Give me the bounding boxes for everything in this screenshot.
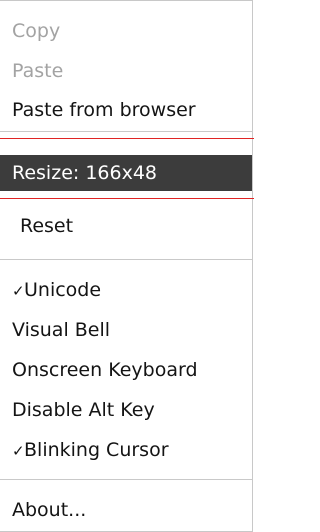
menu-item-label: Copy <box>12 20 61 42</box>
menu-item-copy[interactable]: Copy <box>0 13 252 49</box>
menu-item-label: Resize: 166x48 <box>12 162 158 184</box>
menu-item-resize[interactable]: Resize: 166x48 <box>0 155 252 191</box>
context-menu: Copy Paste Paste from browser Resize: 16… <box>0 0 253 532</box>
annotation-line-bottom <box>0 198 254 199</box>
menu-item-label: Reset <box>20 215 74 237</box>
menu-item-blinking-cursor[interactable]: ✓Blinking Cursor <box>0 432 252 468</box>
menu-item-disable-alt-key[interactable]: Disable Alt Key <box>0 392 252 428</box>
menu-item-onscreen-keyboard[interactable]: Onscreen Keyboard <box>0 352 252 388</box>
menu-item-paste-from-browser[interactable]: Paste from browser <box>0 92 252 128</box>
annotation-line-top <box>0 138 254 139</box>
menu-item-visual-bell[interactable]: Visual Bell <box>0 312 252 348</box>
menu-item-label: Onscreen Keyboard <box>12 359 198 381</box>
menu-item-label: Blinking Cursor <box>24 439 169 461</box>
menu-item-label: Disable Alt Key <box>12 399 155 421</box>
menu-item-label: Visual Bell <box>12 319 111 341</box>
menu-item-label: About... <box>12 499 87 521</box>
menu-separator <box>0 131 252 132</box>
checkmark-icon: ✓ <box>12 442 25 460</box>
menu-separator <box>0 479 252 480</box>
menu-item-label: Paste from browser <box>12 99 196 121</box>
menu-item-label: Paste <box>12 60 64 82</box>
menu-item-paste[interactable]: Paste <box>0 53 252 89</box>
menu-item-reset[interactable]: Reset <box>0 208 252 244</box>
checkmark-icon: ✓ <box>12 282 25 300</box>
menu-item-about[interactable]: About... <box>0 492 252 528</box>
menu-item-unicode[interactable]: ✓Unicode <box>0 272 252 308</box>
menu-separator <box>0 259 252 260</box>
menu-item-label: Unicode <box>24 279 102 301</box>
